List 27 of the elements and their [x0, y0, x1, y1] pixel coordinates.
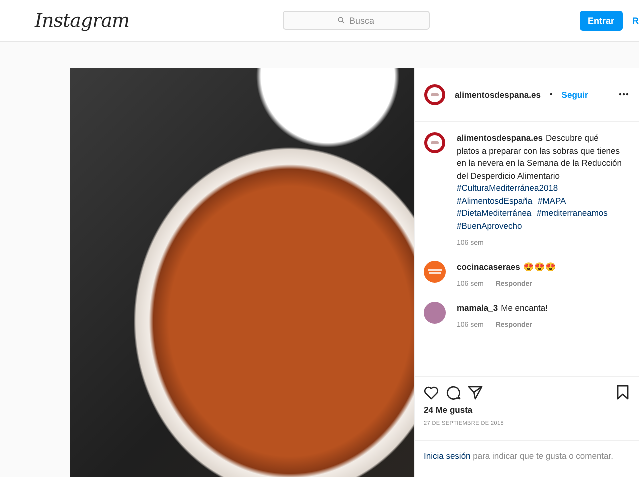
hashtag-link[interactable]: #DietaMediterránea [457, 208, 532, 218]
hashtag-link[interactable]: #BuenAprovecho [457, 220, 522, 230]
post-caption: alimentosdespana.es Descubre qué platos a preparar con las sobras que tienes en la nevera en la Semana de la Reducción del Desperdicio Alimentario #CulturaMediterránea2018 #AlimentosdEspaña #MAPA #DietaMediterránea #mediterraneamos #BuenAprovecho [457, 132, 623, 232]
comment-text: Me encanta! [501, 303, 548, 313]
heart-icon[interactable] [424, 386, 439, 400]
hashtag-link[interactable]: #MAPA [538, 196, 566, 206]
hashtag-link[interactable]: #CulturaMediterránea2018 [457, 183, 558, 193]
comment-icon[interactable] [446, 385, 461, 400]
comment-text: 😍😍😍 [523, 262, 556, 272]
username[interactable]: mamala_3 [457, 303, 498, 313]
bookmark-icon[interactable] [617, 385, 629, 400]
search-icon [338, 17, 346, 24]
user-avatar[interactable] [424, 302, 446, 324]
username[interactable]: cocinacaseraes [457, 262, 520, 272]
account-avatar[interactable] [424, 84, 446, 106]
account-avatar[interactable] [424, 132, 446, 154]
send-icon[interactable] [468, 386, 483, 400]
instagram-logo[interactable]: Instagram [35, 10, 283, 32]
brand-avatar[interactable] [424, 261, 446, 283]
username[interactable]: alimentosdespana.es [455, 90, 541, 100]
login-link[interactable]: Inicia sesión [424, 451, 471, 461]
hashtag-link[interactable]: #mediterraneamos [537, 208, 608, 218]
like-count: 24 Me gusta [424, 405, 474, 415]
more-options-icon[interactable] [619, 93, 629, 96]
hashtag-link[interactable]: #AlimentosdEspaña [457, 196, 533, 206]
separator-dot: • [550, 90, 553, 99]
login-prompt: Inicia sesión para indicar que te gusta o comentar. [424, 450, 614, 463]
